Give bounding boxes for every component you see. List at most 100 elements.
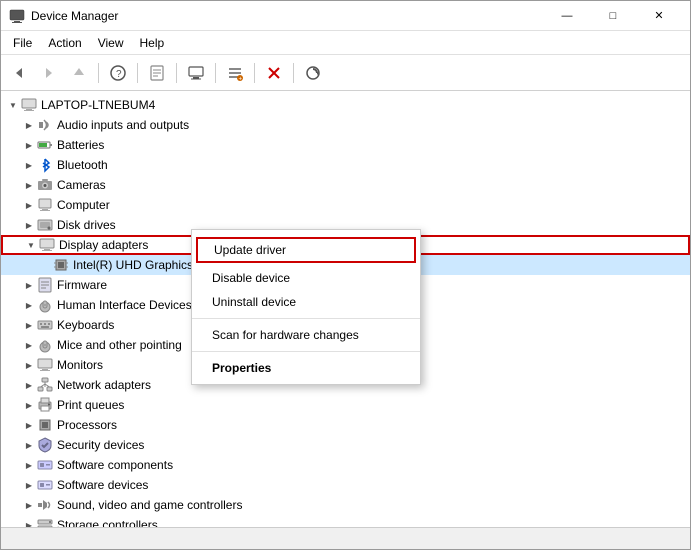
tree-arrow-display: ▼ <box>23 241 39 250</box>
main-content: ▼ LAPTOP-LTNEBUM4 ▶ <box>1 91 690 527</box>
tree-label-display: Display adapters <box>59 238 148 252</box>
computer-sm-icon <box>37 197 53 213</box>
toolbar-separator-3 <box>176 63 177 83</box>
tree-label-audio: Audio inputs and outputs <box>57 118 189 132</box>
tree-arrow-root: ▼ <box>5 101 21 110</box>
tree-label-root: LAPTOP-LTNEBUM4 <box>41 98 155 112</box>
show-monitor-button[interactable] <box>182 59 210 87</box>
properties-button[interactable] <box>143 59 171 87</box>
context-update-driver[interactable]: Update driver <box>196 237 416 263</box>
network-icon <box>37 377 53 393</box>
tree-label-sound: Sound, video and game controllers <box>57 498 242 512</box>
up-button[interactable] <box>65 59 93 87</box>
tree-arrow-monitors: ▶ <box>21 361 37 370</box>
tree-arrow-processors: ▶ <box>21 421 37 430</box>
sound-icon <box>37 497 53 513</box>
tree-label-security: Security devices <box>57 438 144 452</box>
context-uninstall-device[interactable]: Uninstall device <box>192 290 420 314</box>
tree-arrow-batteries: ▶ <box>21 141 37 150</box>
software-dev-icon <box>37 477 53 493</box>
back-button[interactable] <box>5 59 33 87</box>
show-hidden-button[interactable]: + <box>221 59 249 87</box>
tree-label-software-dev: Software devices <box>57 478 148 492</box>
keyboard-icon <box>37 317 53 333</box>
menu-bar: File Action View Help <box>1 31 690 55</box>
storage-icon <box>37 517 53 527</box>
app-icon <box>9 8 25 24</box>
tree-item-printq[interactable]: ▶ Print queues <box>1 395 690 415</box>
tree-arrow-audio: ▶ <box>21 121 37 130</box>
display-icon <box>39 237 55 253</box>
svg-text:?: ? <box>116 69 122 80</box>
tree-item-batteries[interactable]: ▶ Batteries <box>1 135 690 155</box>
menu-file[interactable]: File <box>5 34 40 52</box>
tree-label-hid: Human Interface Devices <box>57 298 192 312</box>
cpu-icon <box>37 417 53 433</box>
chip-icon <box>53 257 69 273</box>
svg-text:+: + <box>239 76 243 81</box>
tree-item-cameras[interactable]: ▶ Cameras <box>1 175 690 195</box>
tree-arrow-software-dev: ▶ <box>21 481 37 490</box>
tree-arrow-sound: ▶ <box>21 501 37 510</box>
forward-button[interactable] <box>35 59 63 87</box>
title-bar: Device Manager — □ ✕ <box>1 1 690 31</box>
tree-label-computer: Computer <box>57 198 110 212</box>
tree-item-sound[interactable]: ▶ Sound, video and game controllers <box>1 495 690 515</box>
tree-label-intel: Intel(R) UHD Graphics <box>73 258 193 272</box>
tree-label-network: Network adapters <box>57 378 151 392</box>
battery-icon <box>37 137 53 153</box>
tree-arrow-keyboards: ▶ <box>21 321 37 330</box>
help-button[interactable]: ? <box>104 59 132 87</box>
close-button[interactable]: ✕ <box>636 1 682 31</box>
context-menu: Update driver Disable device Uninstall d… <box>191 229 421 385</box>
tree-label-firmware: Firmware <box>57 278 107 292</box>
tree-item-security[interactable]: ▶ Security devices <box>1 435 690 455</box>
tree-label-keyboards: Keyboards <box>57 318 114 332</box>
mouse-icon <box>37 337 53 353</box>
toolbar-separator-2 <box>137 63 138 83</box>
context-scan-hardware[interactable]: Scan for hardware changes <box>192 323 420 347</box>
audio-icon <box>37 117 53 133</box>
tree-arrow-software-comp: ▶ <box>21 461 37 470</box>
tree-item-root[interactable]: ▼ LAPTOP-LTNEBUM4 <box>1 95 690 115</box>
tree-arrow-firmware: ▶ <box>21 281 37 290</box>
minimize-button[interactable]: — <box>544 1 590 31</box>
tree-item-software-comp[interactable]: ▶ Software components <box>1 455 690 475</box>
tree-arrow-computer: ▶ <box>21 201 37 210</box>
delete-button[interactable] <box>260 59 288 87</box>
context-disable-device[interactable]: Disable device <box>192 266 420 290</box>
tree-arrow-storage: ▶ <box>21 521 37 528</box>
tree-label-disk: Disk drives <box>57 218 116 232</box>
tree-label-storage: Storage controllers <box>57 518 158 527</box>
tree-item-storage[interactable]: ▶ Storage controllers <box>1 515 690 527</box>
bluetooth-icon <box>37 157 53 173</box>
menu-view[interactable]: View <box>90 34 132 52</box>
maximize-button[interactable]: □ <box>590 1 636 31</box>
tree-arrow-network: ▶ <box>21 381 37 390</box>
status-bar <box>1 527 690 549</box>
tree-label-processors: Processors <box>57 418 117 432</box>
context-separator-1 <box>192 318 420 319</box>
context-properties[interactable]: Properties <box>192 356 420 380</box>
tree-item-processors[interactable]: ▶ Processors <box>1 415 690 435</box>
tree-arrow-disk: ▶ <box>21 221 37 230</box>
menu-help[interactable]: Help <box>132 34 173 52</box>
toolbar-separator-1 <box>98 63 99 83</box>
device-manager-window: Device Manager — □ ✕ File Action View He… <box>0 0 691 550</box>
tree-arrow-mice: ▶ <box>21 341 37 350</box>
monitors-icon <box>37 357 53 373</box>
tree-item-computer[interactable]: ▶ Computer <box>1 195 690 215</box>
scan-button[interactable] <box>299 59 327 87</box>
hid-icon <box>37 297 53 313</box>
tree-arrow-cameras: ▶ <box>21 181 37 190</box>
tree-item-bluetooth[interactable]: ▶ Bluetooth <box>1 155 690 175</box>
disk-icon <box>37 217 53 233</box>
tree-arrow-hid: ▶ <box>21 301 37 310</box>
window-title: Device Manager <box>31 9 544 23</box>
security-icon <box>37 437 53 453</box>
tree-item-audio[interactable]: ▶ Audio inputs and outputs <box>1 115 690 135</box>
printer-icon <box>37 397 53 413</box>
tree-arrow-security: ▶ <box>21 441 37 450</box>
menu-action[interactable]: Action <box>40 34 89 52</box>
tree-item-software-dev[interactable]: ▶ Software devices <box>1 475 690 495</box>
